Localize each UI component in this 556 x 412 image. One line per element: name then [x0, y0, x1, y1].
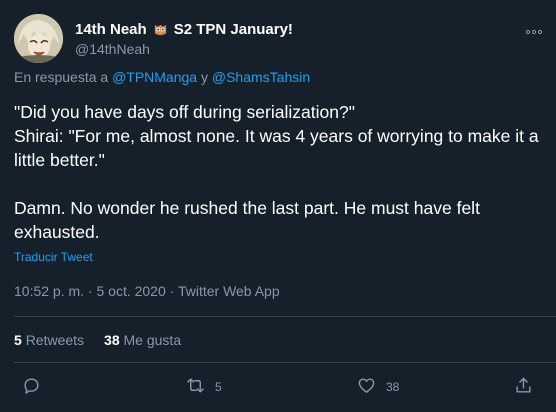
- tweet-timestamp[interactable]: 10:52 p. m. · 5 oct. 2020 · Twitter Web …: [14, 283, 280, 299]
- share-icon: [514, 376, 533, 398]
- tweet-actions: 5 38: [0, 376, 556, 402]
- likes-stat[interactable]: 38 Me gusta: [104, 332, 181, 348]
- reply-icon: [22, 376, 41, 398]
- heart-icon: [357, 376, 376, 398]
- more-options-icon[interactable]: [525, 22, 543, 38]
- reply-prefix: En respuesta a: [14, 69, 109, 85]
- divider: [14, 316, 556, 317]
- tweet-line-answer: Shirai: "For me, almost none. It was 4 y…: [14, 126, 539, 170]
- reply-context: En respuesta a @TPNManga y @ShamsTahsin: [14, 69, 310, 85]
- display-name-part1: 14th Neah: [75, 21, 147, 38]
- owl-icon: [153, 22, 168, 37]
- divider: [14, 362, 556, 363]
- retweets-label: Retweets: [25, 332, 85, 348]
- display-name-part2: S2 TPN January!: [173, 21, 293, 38]
- translate-tweet-link[interactable]: Traducir Tweet: [14, 250, 93, 264]
- like-button[interactable]: 38: [357, 376, 399, 398]
- retweet-count: 5: [215, 380, 222, 394]
- reply-button[interactable]: [22, 376, 41, 398]
- avatar[interactable]: [14, 14, 63, 63]
- user-handle[interactable]: @14thNeah: [75, 41, 150, 57]
- likes-count: 38: [104, 332, 120, 348]
- tweet-card: 14th Neah S2 TPN January! @14thNeah En r…: [0, 0, 556, 412]
- share-button[interactable]: [514, 376, 533, 398]
- retweets-count: 5: [14, 332, 22, 348]
- display-name[interactable]: 14th Neah S2 TPN January!: [75, 21, 293, 38]
- retweets-stat[interactable]: 5 Retweets: [14, 332, 84, 348]
- reply-user-shamstahsin[interactable]: @ShamsTahsin: [212, 69, 310, 85]
- tweet-stats: 5 Retweets 38 Me gusta: [14, 332, 181, 348]
- retweet-icon: [186, 376, 205, 398]
- like-count: 38: [386, 380, 400, 394]
- tweet-line-comment: Damn. No wonder he rushed the last part.…: [14, 198, 480, 242]
- reply-user-tpnmanga[interactable]: @TPNManga: [112, 69, 197, 85]
- tweet-line-question: "Did you have days off during serializat…: [14, 102, 355, 122]
- tweet-text: "Did you have days off during serializat…: [14, 100, 544, 244]
- likes-label: Me gusta: [123, 332, 182, 348]
- retweet-button[interactable]: 5: [186, 376, 222, 398]
- reply-conjunction: y: [200, 69, 208, 85]
